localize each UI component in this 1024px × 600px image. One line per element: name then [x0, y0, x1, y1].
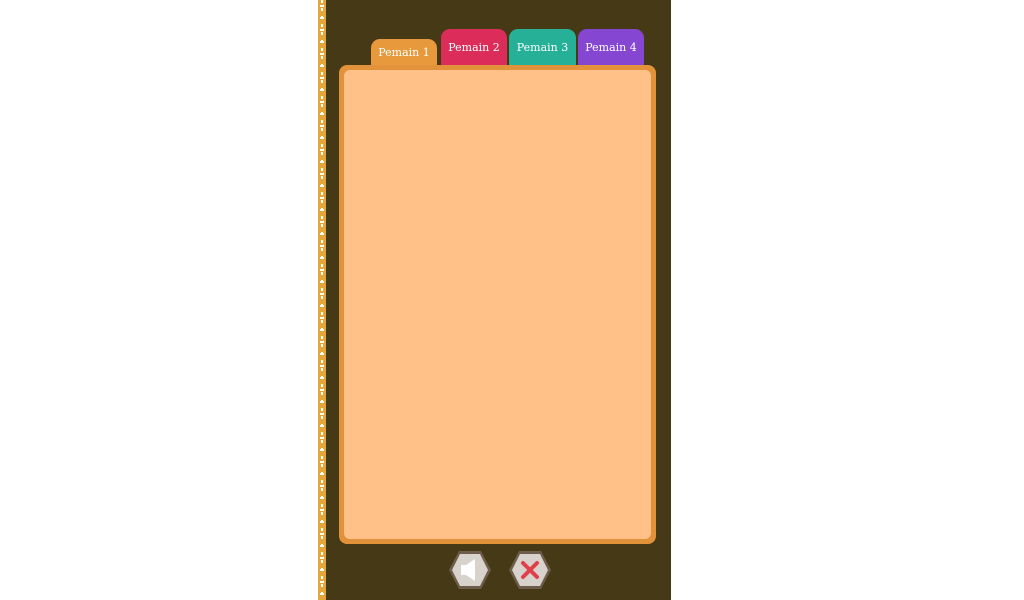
chain-border	[318, 0, 326, 600]
player-card-content	[344, 70, 651, 539]
tab-player-2[interactable]: Pemain 2	[441, 29, 507, 65]
sound-button[interactable]	[448, 550, 492, 590]
tab-player-2-label: Pemain 2	[448, 40, 500, 54]
tab-player-4[interactable]: Pemain 4	[578, 29, 644, 65]
tab-player-3[interactable]: Pemain 3	[509, 29, 576, 65]
player-card	[339, 65, 656, 544]
tab-player-1[interactable]: Pemain 1	[371, 39, 437, 65]
close-icon	[509, 551, 551, 589]
tab-player-1-label: Pemain 1	[378, 45, 430, 59]
tab-player-4-label: Pemain 4	[585, 40, 637, 54]
tab-player-3-label: Pemain 3	[516, 40, 569, 54]
close-button[interactable]	[508, 550, 552, 590]
speaker-icon	[449, 551, 491, 589]
game-panel: Pemain 1 Pemain 2 Pemain 3 Pemain 4	[326, 0, 671, 600]
